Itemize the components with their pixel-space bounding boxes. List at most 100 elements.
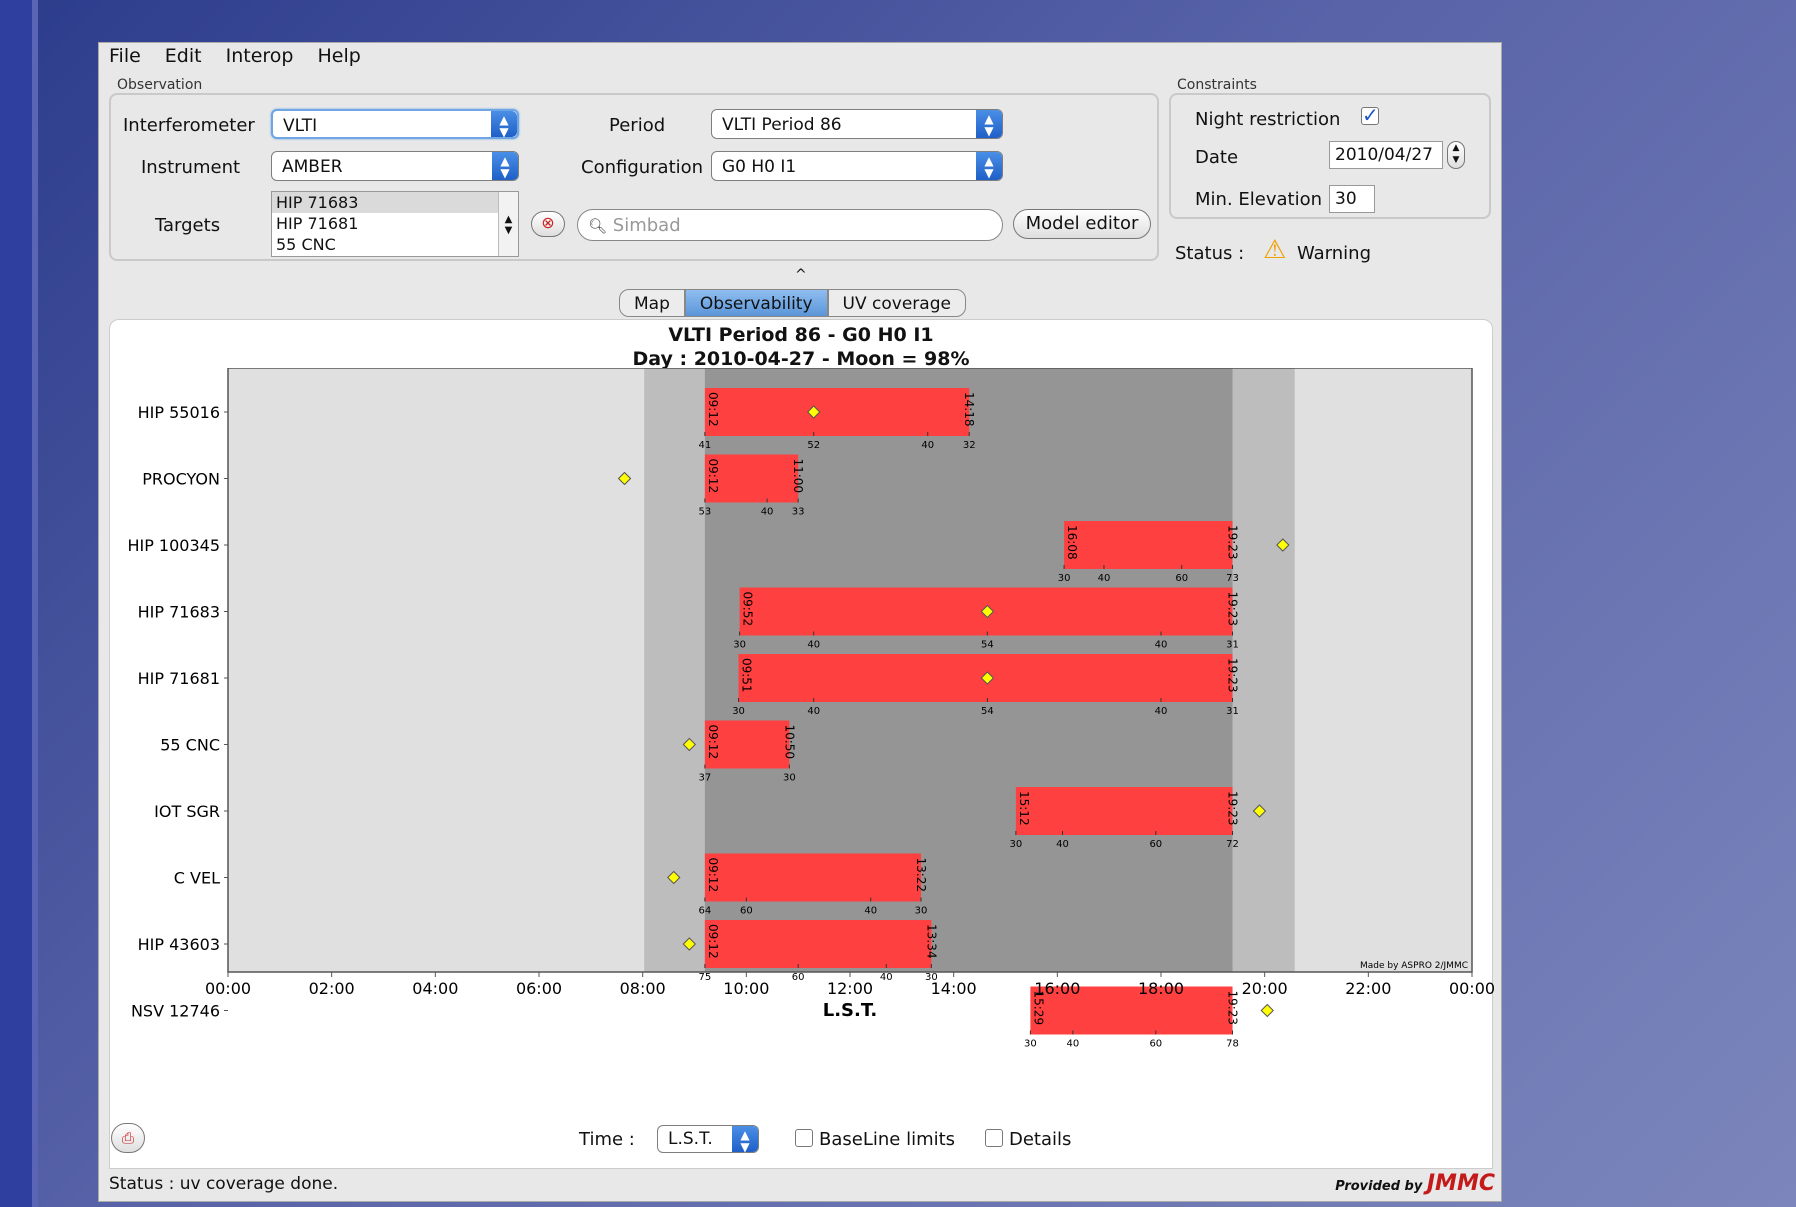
elevation-label: 37 (698, 773, 711, 784)
select-arrows-icon: ▲ ▼ (976, 152, 1002, 180)
time-select-value: L.S.T. (668, 1129, 713, 1149)
elevation-label: 40 (864, 906, 877, 917)
menu-bar: File Edit Interop Help (99, 43, 1501, 69)
elevation-label: 31 (1226, 640, 1239, 651)
target-row-label: C VEL (174, 869, 220, 888)
time-select[interactable]: L.S.T. ▲ ▼ (657, 1125, 759, 1153)
rise-time-label: 09:12 (706, 858, 720, 893)
observability-panel: VLTI Period 86 - G0 H0 I1 Day : 2010-04-… (109, 319, 1494, 1169)
x-tick-label: 04:00 (412, 979, 458, 998)
view-tabs: Map Observability UV coverage (619, 289, 966, 317)
interferometer-select-value: VLTI (283, 116, 318, 136)
chart-title: VLTI Period 86 - G0 H0 I1 (668, 324, 934, 346)
collapse-handle[interactable]: ^ (795, 267, 807, 283)
details-checkbox[interactable] (985, 1129, 1003, 1147)
configuration-select[interactable]: G0 H0 I1 ▲ ▼ (711, 151, 1003, 181)
simbad-search-input[interactable]: 🔍︎ Simbad (577, 209, 1003, 241)
rise-time-label: 16:08 (1065, 525, 1079, 560)
plot-area: HIP 55016 09:12 14:18 41 52 40 32 PROCYON 09:12 1… (127, 368, 1494, 1050)
elevation-label: 41 (698, 440, 711, 451)
tab-uv-coverage[interactable]: UV coverage (827, 289, 966, 317)
target-row-label: PROCYON (142, 470, 220, 489)
baseline-limits-label: BaseLine limits (819, 1129, 956, 1150)
transit-marker (1260, 1003, 1274, 1018)
date-spinner[interactable]: ▲ ▼ (1447, 141, 1465, 169)
target-item[interactable]: 55 CNC (272, 234, 518, 255)
targets-list[interactable]: HIP 71683 HIP 71681 55 CNC ▲ ▼ (271, 191, 519, 257)
date-input[interactable]: 2010/04/27 (1329, 141, 1443, 169)
menu-file[interactable]: File (109, 45, 141, 67)
instrument-select[interactable]: AMBER ▲ ▼ (271, 151, 519, 181)
tab-map[interactable]: Map (619, 289, 685, 317)
elevation-label: 54 (981, 640, 994, 651)
menu-help[interactable]: Help (317, 45, 360, 67)
target-row-label: HIP 71681 (138, 669, 220, 688)
instrument-label: Instrument (141, 157, 241, 178)
x-tick-label: 02:00 (309, 979, 355, 998)
rise-time-label: 09:12 (706, 392, 720, 427)
elevation-label: 53 (698, 507, 711, 518)
chart-credit: Made by ASPRO 2/JMMC (1360, 961, 1468, 971)
export-pdf-button[interactable]: ⎙ (111, 1123, 145, 1153)
set-time-label: 10:50 (782, 725, 796, 760)
elevation-label: 60 (1149, 1039, 1162, 1050)
set-time-label: 13:34 (924, 924, 938, 959)
provided-by-label: Provided by (1335, 1179, 1423, 1194)
period-select[interactable]: VLTI Period 86 ▲ ▼ (711, 109, 1003, 139)
visibility-bar (704, 388, 970, 436)
target-item[interactable]: HIP 71681 (272, 213, 518, 234)
elevation-label: 31 (1226, 706, 1239, 717)
visibility-bar (1064, 521, 1233, 569)
elevation-label: 52 (807, 440, 820, 451)
elevation-label: 40 (1056, 839, 1069, 850)
elevation-label: 30 (915, 906, 928, 917)
visibility-bar (704, 853, 922, 902)
tab-observability[interactable]: Observability (684, 289, 828, 317)
configuration-label: Configuration (581, 157, 704, 178)
min-elevation-label: Min. Elevation (1195, 189, 1322, 210)
remove-target-button[interactable]: ⊗ (531, 211, 565, 237)
elevation-label: 40 (807, 640, 820, 651)
chart-controls: ⎙ Time : L.S.T. ▲ ▼ BaseLine limits Detai… (109, 1121, 1493, 1157)
x-tick-label: 00:00 (1449, 979, 1494, 998)
rise-time-label: 09:12 (706, 725, 720, 760)
observation-group-title: Observation (117, 77, 203, 93)
period-label: Period (609, 115, 666, 136)
elevation-label: 54 (981, 706, 994, 717)
x-tick-label: 10:00 (723, 979, 769, 998)
status-label: Status : (1175, 243, 1245, 264)
interferometer-select[interactable]: VLTI ▲ ▼ (271, 109, 519, 139)
menu-edit[interactable]: Edit (165, 45, 202, 67)
x-tick-label: 20:00 (1242, 979, 1288, 998)
model-editor-button[interactable]: Model editor (1013, 209, 1151, 239)
jmmc-logo: JMMC (1426, 1171, 1495, 1196)
set-time-label: 19:23 (1226, 791, 1240, 826)
elevation-label: 40 (921, 440, 934, 451)
menu-interop[interactable]: Interop (226, 45, 294, 67)
elevation-label: 40 (1098, 573, 1111, 584)
set-time-label: 19:23 (1226, 525, 1240, 560)
targets-scrollbar[interactable]: ▲ ▼ (498, 192, 518, 256)
elevation-label: 64 (698, 906, 711, 917)
instrument-select-value: AMBER (282, 157, 343, 177)
elevation-label: 40 (880, 972, 893, 983)
elevation-label: 40 (761, 507, 774, 518)
rise-time-label: 15:12 (1017, 791, 1031, 826)
elevation-label: 40 (1155, 706, 1168, 717)
jmmc-credit: Provided by JMMC (1335, 1171, 1495, 1196)
slide-left-stripe-highlight (32, 0, 38, 1207)
elevation-label: 72 (1226, 839, 1239, 850)
x-tick-label: 12:00 (827, 979, 873, 998)
rise-time-label: 09:52 (741, 592, 755, 627)
observability-chart: HIP 55016 09:12 14:18 41 52 40 32 PROCYON 09:12 1… (127, 368, 1494, 1050)
baseline-limits-checkbox[interactable] (795, 1129, 813, 1147)
night-restriction-checkbox[interactable]: ✓ (1361, 105, 1379, 125)
configuration-select-value: G0 H0 I1 (722, 157, 797, 177)
x-tick-label: 22:00 (1345, 979, 1391, 998)
targets-label: Targets (155, 215, 221, 236)
elevation-label: 60 (1149, 839, 1162, 850)
target-item[interactable]: HIP 71683 (272, 192, 518, 213)
elevation-label: 73 (1226, 573, 1239, 584)
min-elevation-input[interactable]: 30 (1329, 185, 1375, 213)
x-tick-label: 14:00 (931, 979, 977, 998)
